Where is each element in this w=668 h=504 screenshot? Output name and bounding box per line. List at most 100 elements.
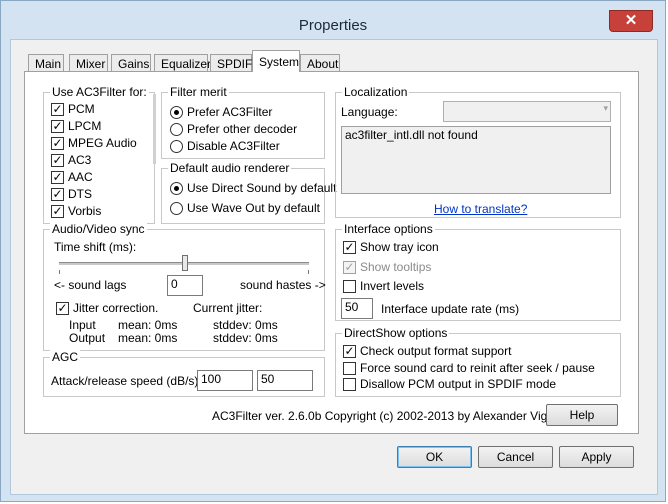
tab-label: About (307, 57, 339, 71)
attack-speed-input[interactable]: 100 (197, 370, 253, 391)
prefer-other-decoder-label: Prefer other decoder (187, 122, 298, 136)
sound-lags-label: <- sound lags (54, 278, 127, 292)
invert-levels-label: Invert levels (360, 279, 425, 293)
input-mean: mean: 0ms (118, 318, 178, 332)
disallow-pcm-checkbox[interactable] (343, 378, 356, 391)
direct-sound-radio[interactable] (170, 182, 183, 195)
group-label: Localization (342, 85, 410, 99)
group-label: Audio/Video sync (50, 222, 147, 236)
mpeg-audio-checkbox[interactable]: ✓ (51, 137, 64, 150)
current-jitter-label: Current jitter: (193, 301, 263, 315)
tab-mixer[interactable]: Mixer (69, 54, 108, 71)
ac3-label: AC3 (68, 153, 92, 167)
check-icon: ✓ (52, 153, 63, 167)
check-icon: ✓ (52, 170, 63, 184)
close-icon: ✕ (624, 12, 638, 29)
force-reinit-label: Force sound card to reinit after seek / … (360, 361, 595, 375)
aac-label: AAC (68, 170, 93, 184)
list-scrollbar[interactable] (153, 94, 156, 164)
output-mean: mean: 0ms (118, 331, 178, 345)
disallow-pcm-label: Disallow PCM output in SPDIF mode (360, 377, 557, 391)
check-icon: ✓ (344, 240, 355, 254)
tab-label: Mixer (76, 57, 106, 71)
aac-checkbox[interactable]: ✓ (51, 171, 64, 184)
pcm-checkbox[interactable]: ✓ (51, 103, 64, 116)
system-tab-panel: Use AC3Filter for: ✓ PCM ✓ LPCM ✓ MPEG A… (24, 71, 639, 434)
check-icon: ✓ (52, 204, 63, 218)
window-title: Properties (298, 17, 368, 34)
tab-main[interactable]: Main (28, 54, 64, 71)
title-bar[interactable]: Properties ✕ (1, 1, 665, 39)
check-icon: ✓ (344, 260, 355, 274)
check-output-format-checkbox[interactable]: ✓ (343, 345, 356, 358)
show-tooltips-checkbox[interactable]: ✓ (343, 261, 356, 274)
release-speed-value: 50 (261, 372, 275, 386)
check-icon: ✓ (52, 102, 63, 116)
close-button[interactable]: ✕ (609, 10, 653, 32)
tab-gains[interactable]: Gains (111, 54, 151, 71)
time-shift-label: Time shift (ms): (54, 240, 137, 254)
dts-checkbox[interactable]: ✓ (51, 188, 64, 201)
lpcm-label: LPCM (68, 119, 102, 133)
chevron-down-icon: ▾ (603, 103, 608, 113)
help-button[interactable]: Help (546, 404, 618, 426)
version-text: AC3Filter ver. 2.6.0b Copyright (c) 2002… (212, 409, 578, 423)
group-label: Use AC3Filter for: (50, 85, 149, 99)
vorbis-checkbox[interactable]: ✓ (51, 205, 64, 218)
lpcm-checkbox[interactable]: ✓ (51, 120, 64, 133)
check-icon: ✓ (344, 344, 355, 358)
time-shift-value: 0 (171, 277, 178, 291)
disable-ac3filter-label: Disable AC3Filter (187, 139, 280, 153)
time-shift-input[interactable]: 0 (167, 275, 203, 296)
prefer-ac3filter-radio[interactable] (170, 106, 183, 119)
output-stddev: stddev: 0ms (213, 331, 278, 345)
tab-spdif[interactable]: SPDIF (210, 54, 252, 71)
slider-ticks (59, 270, 309, 274)
language-label: Language: (341, 105, 398, 119)
tab-about[interactable]: About (300, 54, 340, 71)
wave-out-label: Use Wave Out by default (187, 201, 320, 215)
group-label: Default audio renderer (168, 161, 292, 175)
cancel-button[interactable]: Cancel (478, 446, 553, 468)
apply-button[interactable]: Apply (559, 446, 634, 468)
wave-out-radio[interactable] (170, 202, 183, 215)
tab-equalizer[interactable]: Equalizer (154, 54, 212, 71)
ac3-checkbox[interactable]: ✓ (51, 154, 64, 167)
dts-label: DTS (68, 187, 92, 201)
invert-levels-checkbox[interactable] (343, 280, 356, 293)
disable-ac3filter-radio[interactable] (170, 140, 183, 153)
how-to-translate-link[interactable]: How to translate? (434, 202, 527, 216)
tab-label: Equalizer (161, 57, 212, 71)
prefer-other-decoder-radio[interactable] (170, 123, 183, 136)
check-icon: ✓ (52, 136, 63, 150)
jitter-correction-label: Jitter correction. (73, 301, 159, 315)
check-icon: ✓ (52, 119, 63, 133)
sound-hastes-label: sound hastes -> (240, 278, 326, 292)
update-rate-value: 50 (345, 300, 359, 314)
release-speed-input[interactable]: 50 (257, 370, 313, 391)
attack-release-label: Attack/release speed (dB/s): (51, 374, 202, 388)
attack-speed-value: 100 (201, 372, 222, 386)
update-rate-label: Interface update rate (ms) (381, 302, 520, 316)
direct-sound-label: Use Direct Sound by default (187, 181, 337, 195)
group-label: DirectShow options (342, 326, 450, 340)
pcm-label: PCM (68, 102, 95, 116)
show-tooltips-label: Show tooltips (360, 260, 432, 274)
input-row-label: Input (69, 318, 96, 332)
prefer-ac3filter-label: Prefer AC3Filter (187, 105, 273, 119)
update-rate-input[interactable]: 50 (341, 298, 373, 319)
language-select[interactable]: ▾ (443, 101, 611, 122)
localization-message-box: ac3filter_intl.dll not found (341, 126, 611, 194)
tab-label: Main (35, 57, 62, 71)
tab-system[interactable]: System (252, 50, 300, 72)
show-tray-icon-checkbox[interactable]: ✓ (343, 241, 356, 254)
slider-thumb[interactable] (182, 255, 188, 271)
jitter-correction-checkbox[interactable]: ✓ (56, 302, 69, 315)
tab-label: SPDIF (217, 57, 253, 71)
tab-label: Gains (118, 57, 150, 71)
localization-message: ac3filter_intl.dll not found (345, 128, 478, 142)
force-reinit-checkbox[interactable] (343, 362, 356, 375)
default-renderer-group: Default audio renderer (161, 161, 325, 224)
ok-button[interactable]: OK (397, 446, 472, 468)
vorbis-label: Vorbis (68, 204, 102, 218)
